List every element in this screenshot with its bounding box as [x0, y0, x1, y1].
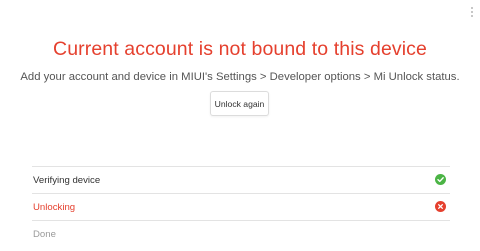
- instructions-text: Add your account and device in MIUI's Se…: [20, 71, 460, 83]
- page-title: Current account is not bound to this dev…: [53, 38, 427, 60]
- step-verifying-device: Verifying device: [32, 166, 450, 193]
- window-menu-icon[interactable]: [468, 6, 476, 18]
- step-label: Done: [33, 229, 56, 240]
- check-circle-icon: [435, 174, 446, 185]
- step-label: Verifying device: [33, 175, 101, 186]
- step-label: Unlocking: [33, 202, 76, 213]
- step-done: Done: [32, 220, 450, 247]
- step-unlocking: Unlocking: [32, 193, 450, 220]
- unlock-again-button[interactable]: Unlock again: [210, 91, 269, 116]
- x-circle-icon: [435, 201, 446, 212]
- progress-steps: Verifying device Unlocking Done: [32, 166, 450, 247]
